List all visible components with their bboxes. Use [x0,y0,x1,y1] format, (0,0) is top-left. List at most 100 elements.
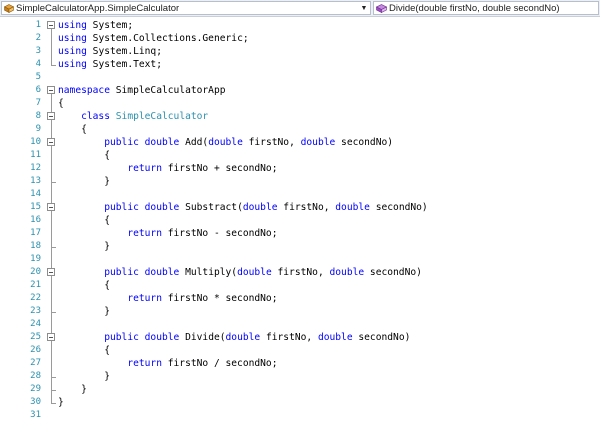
class-icon [4,3,14,13]
code-token: } [58,384,87,395]
code-token: Divide( [179,332,226,343]
code-line[interactable]: 27 return firstNo / secondNo; [0,357,600,370]
code-line[interactable]: 7{ [0,97,600,110]
line-number: 16 [30,215,41,225]
code-line[interactable]: 4 using System.Text; [0,58,600,71]
code-line[interactable]: 18 } [0,240,600,253]
line-number: 13 [30,176,41,186]
code-line[interactable]: 21 { [0,279,600,292]
code-line[interactable]: 19 [0,253,600,266]
line-number: 12 [30,163,41,173]
line-number: 27 [30,358,41,368]
code-line[interactable]: 22 return firstNo * secondNo; [0,292,600,305]
line-number: 21 [30,280,41,290]
keyword-token: using [58,46,87,57]
code-token: Substract( [179,202,243,213]
code-text: public double Substract(double firstNo, … [58,201,428,214]
line-number: 7 [35,98,41,108]
code-token: firstNo * secondNo; [161,293,278,304]
chevron-down-icon[interactable]: ▼ [358,2,370,14]
collapse-toggle-icon[interactable] [47,268,55,276]
code-line[interactable]: 12 return firstNo + secondNo; [0,162,600,175]
keyword-token: double [300,137,336,148]
outline-end-mark [51,65,56,66]
code-line[interactable]: 10 public double Add(double firstNo, dou… [0,136,600,149]
keyword-token: double [144,267,180,278]
keyword-token: namespace [58,85,110,96]
code-line[interactable]: 25 public double Divide(double firstNo, … [0,331,600,344]
code-line[interactable]: 2 using System.Collections.Generic; [0,32,600,45]
collapse-toggle-icon[interactable] [47,138,55,146]
code-line[interactable]: 30} [0,396,600,409]
code-text: } [58,383,87,396]
line-number: 11 [30,150,41,160]
line-number: 9 [35,124,41,134]
keyword-token: public [104,137,139,148]
outline-end-mark [51,403,56,404]
collapse-toggle-icon[interactable] [47,112,55,120]
code-token: secondNo) [369,202,428,213]
code-line[interactable]: 8 class SimpleCalculator [0,110,600,123]
keyword-token: double [208,137,243,148]
code-text: return firstNo / secondNo; [58,357,277,370]
code-text: } [58,370,110,383]
code-text: } [58,240,110,253]
keyword-token: double [144,202,180,213]
keyword-token: double [242,202,278,213]
code-text: { [58,279,110,292]
code-token: firstNo, [277,202,336,213]
code-line[interactable]: 3 using System.Linq; [0,45,600,58]
code-line[interactable]: 11 { [0,149,600,162]
code-line[interactable]: 13 } [0,175,600,188]
code-line[interactable]: 20 public double Multiply(double firstNo… [0,266,600,279]
outline-end-mark [51,390,56,391]
collapse-toggle-icon[interactable] [47,333,55,341]
outline-guide [51,276,52,312]
code-text: return firstNo + secondNo; [58,162,277,175]
code-line[interactable]: 23 } [0,305,600,318]
code-line[interactable]: 16 { [0,214,600,227]
code-line[interactable]: 9 { [0,123,600,136]
collapse-toggle-icon[interactable] [47,21,55,29]
code-line[interactable]: 26 { [0,344,600,357]
code-line[interactable]: 15 public double Substract(double firstN… [0,201,600,214]
code-line[interactable]: 28 } [0,370,600,383]
code-line[interactable]: 1 using System; [0,19,600,32]
code-line[interactable]: 6 namespace SimpleCalculatorApp [0,84,600,97]
code-token: firstNo, [271,267,330,278]
type-dropdown[interactable]: SimpleCalculatorApp.SimpleCalculator ▼ [1,1,371,15]
outline-guide [51,211,52,247]
line-number: 30 [30,397,41,407]
keyword-token: public [104,332,139,343]
code-text: public double Add(double firstNo, double… [58,136,393,149]
code-token: } [58,241,110,252]
line-number: 24 [30,319,41,329]
code-line[interactable]: 29 } [0,383,600,396]
code-line[interactable]: 17 return firstNo - secondNo; [0,227,600,240]
navigation-bar: SimpleCalculatorApp.SimpleCalculator ▼ D… [0,0,600,17]
outline-guide [51,29,52,65]
code-line[interactable]: 5 [0,71,600,84]
member-dropdown[interactable]: Divide(double firstNo, double secondNo) [373,1,599,15]
code-line[interactable]: 14 [0,188,600,201]
code-token: } [58,397,64,408]
method-icon [376,3,387,13]
code-editor[interactable]: 1 using System; 2 using System.Collections.… [0,17,600,425]
code-line[interactable]: 24 [0,318,600,331]
line-number: 22 [30,293,41,303]
keyword-token: double [144,137,180,148]
code-line[interactable]: 31 [0,409,600,422]
keyword-token: class [81,111,110,122]
collapse-toggle-icon[interactable] [47,86,55,94]
code-token: Multiply( [179,267,238,278]
code-token: System; [86,20,134,31]
collapse-toggle-icon[interactable] [47,203,55,211]
outline-guide [51,341,52,377]
line-number: 19 [30,254,41,264]
keyword-token: using [58,59,87,70]
